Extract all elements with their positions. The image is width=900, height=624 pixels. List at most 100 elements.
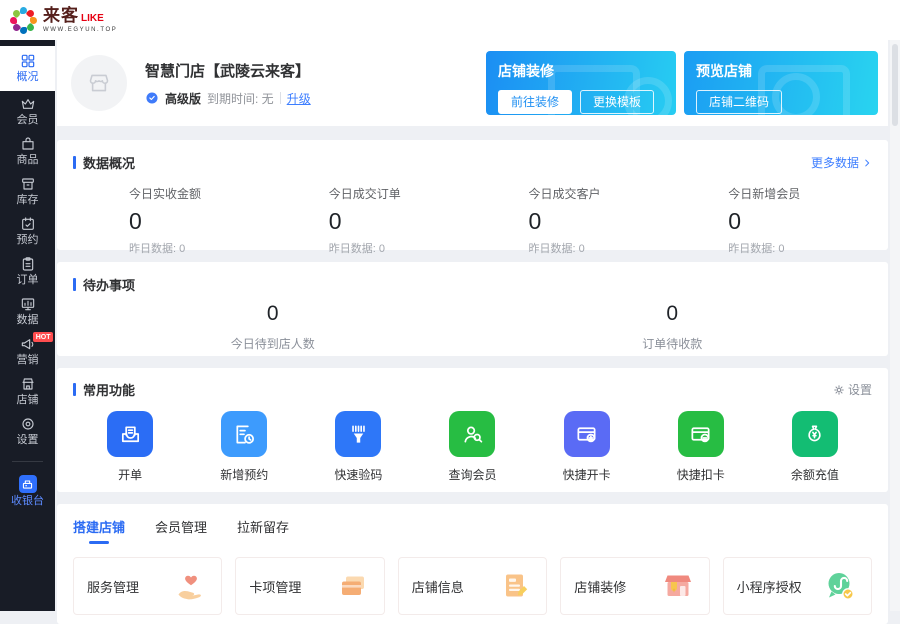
quick-action-recharge: 余额充值 (758, 411, 872, 483)
main-content: 智慧门店【武陵云来客】 高级版 到期时间: 无 升级 店铺装修 前往装修 更换模… (55, 40, 900, 611)
sidebar-item-goods[interactable]: 商品 (0, 132, 55, 171)
tab-growth-retention[interactable]: 拉新留存 (237, 517, 289, 544)
sidebar-item-marketing[interactable]: HOT 营销 (0, 332, 55, 371)
sidebar-item-label: 订单 (17, 274, 39, 286)
sidebar-item-cashier[interactable]: 收银台 (0, 471, 55, 512)
recharge-tile-button[interactable] (792, 411, 838, 457)
sidebar-nav: 概况 会员 商品 库存 预约 订单 数据 HOT 营销 店铺 设置 (0, 40, 55, 611)
scrollbar-thumb[interactable] (892, 44, 898, 126)
hand-heart-icon (172, 568, 208, 604)
logo-domain-text: WWW.EGYUN.TOP (43, 27, 117, 33)
quick-action-new-booking: 新增预约 (187, 411, 301, 483)
quick-actions-card: 常用功能 设置 开单 新增预约 (57, 368, 888, 492)
receipt-tray-icon (119, 423, 142, 446)
money-bag-icon (803, 423, 826, 446)
chevron-right-icon (862, 158, 872, 168)
stat-today-customers: 今日成交客户 0 昨日数据: 0 (473, 185, 673, 256)
section-marker (73, 278, 76, 291)
storefront-avatar-icon (82, 66, 116, 100)
member-search-icon (461, 423, 484, 446)
card-miniprogram-auth[interactable]: 小程序授权 (723, 557, 872, 615)
sidebar-divider (12, 461, 43, 462)
quick-action-member-search: 查询会员 (415, 411, 529, 483)
sidebar-item-inventory[interactable]: 库存 (0, 172, 55, 211)
open-card-tile-button[interactable] (564, 411, 610, 457)
hot-badge: HOT (33, 332, 53, 342)
app-logo: 来客 LIKE WWW.EGYUN.TOP (10, 7, 117, 34)
document-pencil-icon (497, 568, 533, 604)
storefront-color-icon (660, 568, 696, 604)
store-header-card: 智慧门店【武陵云来客】 高级版 到期时间: 无 升级 店铺装修 前往装修 更换模… (57, 40, 888, 126)
divider (280, 92, 281, 104)
sidebar-item-label: 店铺 (17, 394, 39, 406)
vertical-scrollbar (890, 40, 900, 611)
sidebar-item-booking[interactable]: 预约 (0, 212, 55, 251)
change-template-button[interactable]: 更换模板 (580, 90, 654, 114)
section-title: 待办事项 (83, 275, 135, 294)
chart-monitor-icon (20, 296, 36, 312)
deduct-card-tile-button[interactable] (678, 411, 724, 457)
section-title: 常用功能 (83, 380, 135, 399)
gear-icon (20, 416, 36, 432)
go-decorate-button[interactable]: 前往装修 (498, 90, 572, 114)
sidebar-item-label: 概况 (17, 71, 39, 83)
promo-card-title: 预览店铺 (696, 61, 866, 81)
barcode-scan-icon (347, 423, 370, 446)
sidebar-item-label: 商品 (17, 154, 39, 166)
stat-today-revenue: 今日实收金额 0 昨日数据: 0 (73, 185, 273, 256)
guide-section-card: 搭建店铺 会员管理 拉新留存 服务管理 卡项管理 店铺信息 店铺装修 小程序授 (57, 504, 888, 624)
top-header: 来客 LIKE WWW.EGYUN.TOP (0, 0, 900, 40)
sidebar-item-members[interactable]: 会员 (0, 92, 55, 131)
miniprogram-icon (822, 568, 858, 604)
section-title: 数据概况 (83, 153, 135, 172)
card-shop-info[interactable]: 店铺信息 (398, 557, 547, 615)
data-overview-card: 数据概况 更多数据 今日实收金额 0 昨日数据: 0 今日成交订单 0 昨日数据… (57, 140, 888, 250)
plan-name: 高级版 (165, 90, 201, 107)
sidebar-item-label: 会员 (17, 114, 39, 126)
quick-action-deduct-card: 快捷扣卡 (644, 411, 758, 483)
logo-brand-text: 来客 (43, 7, 79, 24)
gear-icon (833, 384, 845, 396)
member-search-tile-button[interactable] (449, 411, 495, 457)
grid-icon (20, 53, 36, 69)
shop-qrcode-button[interactable]: 店铺二维码 (696, 90, 782, 114)
card-shop-decoration[interactable]: 店铺装修 (560, 557, 709, 615)
stat-new-members: 今日新增会员 0 昨日数据: 0 (672, 185, 872, 256)
promo-card-title: 店铺装修 (498, 61, 664, 81)
calendar-check-icon (20, 216, 36, 232)
card-service-management[interactable]: 服务管理 (73, 557, 222, 615)
new-booking-tile-button[interactable] (221, 411, 267, 457)
more-data-link[interactable]: 更多数据 (811, 154, 872, 171)
preview-shop-promo-card: 预览店铺 店铺二维码 (684, 51, 878, 115)
sidebar-item-data[interactable]: 数据 (0, 292, 55, 331)
sidebar-item-settings[interactable]: 设置 (0, 412, 55, 451)
archive-icon (20, 176, 36, 192)
sidebar-item-label: 预约 (17, 234, 39, 246)
logo-pinwheel-icon (10, 7, 37, 34)
section-marker (73, 156, 76, 169)
stat-today-orders: 今日成交订单 0 昨日数据: 0 (273, 185, 473, 256)
tab-member-management[interactable]: 会员管理 (155, 517, 207, 544)
bag-icon (20, 136, 36, 152)
card-card-management[interactable]: 卡项管理 (235, 557, 384, 615)
upgrade-link[interactable]: 升级 (287, 90, 311, 107)
quick-actions-settings-link[interactable]: 设置 (833, 381, 872, 398)
sidebar-item-overview[interactable]: 概况 (0, 46, 55, 91)
todo-arrivals: 0 今日待到店人数 (73, 302, 473, 352)
sidebar-item-shop[interactable]: 店铺 (0, 372, 55, 411)
storefront-icon (20, 376, 36, 392)
clipboard-icon (20, 256, 36, 272)
sidebar-item-orders[interactable]: 订单 (0, 252, 55, 291)
sidebar-item-label: 设置 (17, 434, 39, 446)
tab-build-shop[interactable]: 搭建店铺 (73, 517, 125, 544)
cash-register-icon (19, 475, 37, 493)
todo-card: 待办事项 0 今日待到店人数 0 订单待收款 (57, 262, 888, 356)
verify-code-tile-button[interactable] (335, 411, 381, 457)
card-plus-icon (575, 423, 598, 446)
card-minus-icon (689, 423, 712, 446)
shop-decoration-promo-card: 店铺装修 前往装修 更换模板 (486, 51, 676, 115)
billing-tile-button[interactable] (107, 411, 153, 457)
plan-badge-icon (145, 91, 159, 105)
section-marker (73, 383, 76, 396)
store-name: 智慧门店【武陵云来客】 (145, 60, 311, 81)
